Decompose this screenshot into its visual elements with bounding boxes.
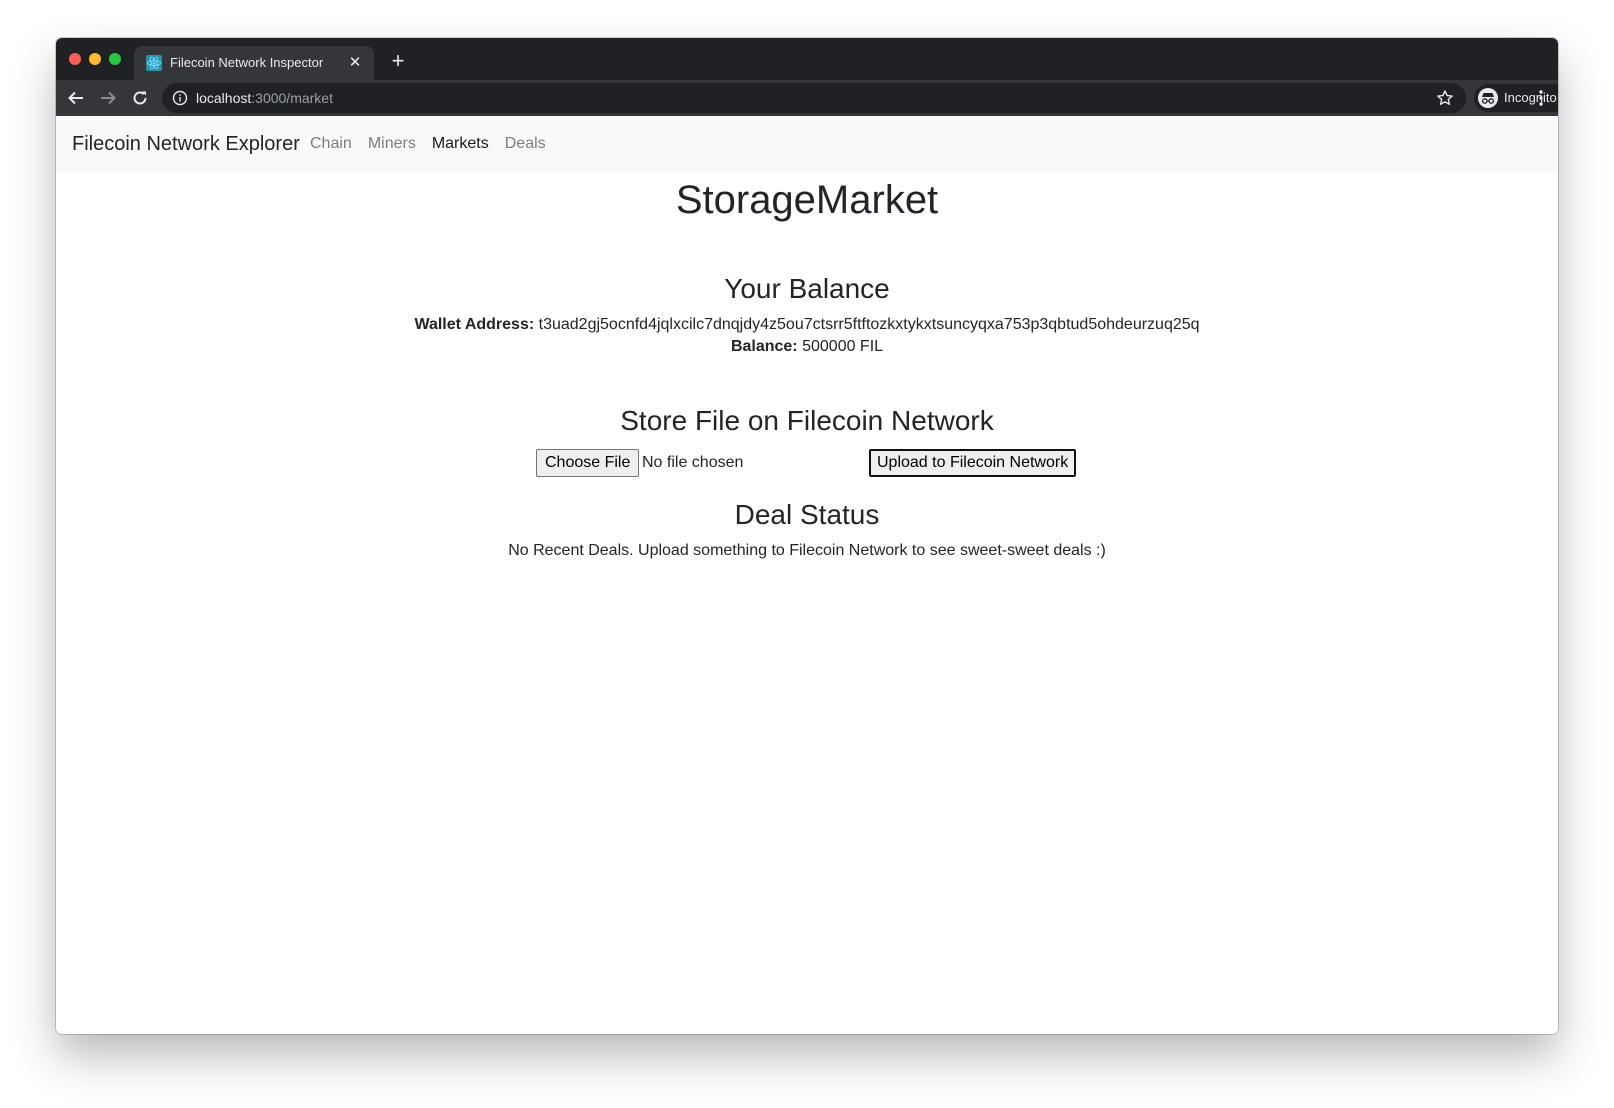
page-title: StorageMarket bbox=[675, 178, 939, 222]
bookmark-star-icon[interactable] bbox=[1436, 89, 1454, 107]
deal-status-message: No Recent Deals. Upload something to Fil… bbox=[508, 542, 1106, 559]
info-icon[interactable] bbox=[172, 90, 188, 106]
kebab-menu-icon[interactable] bbox=[1532, 88, 1550, 108]
balance-heading: Your Balance bbox=[724, 273, 890, 304]
react-favicon-icon bbox=[146, 55, 162, 71]
browser-toolbar: localhost:3000/market Incognito bbox=[56, 80, 1558, 116]
file-upload-row: Choose File No file chosen Upload to Fil… bbox=[56, 449, 1558, 479]
reload-icon[interactable] bbox=[128, 86, 152, 110]
balance-label: Balance: bbox=[730, 338, 798, 355]
forward-arrow-icon[interactable] bbox=[96, 86, 120, 110]
incognito-icon bbox=[1478, 88, 1498, 108]
nav-link-miners[interactable]: Miners bbox=[368, 133, 416, 155]
page-content: Filecoin Network Explorer Chain Miners M… bbox=[56, 116, 1558, 1034]
wallet-address-line: Wallet Address: t3uad2gj5ocnfd4jqlxcilc7… bbox=[56, 314, 1558, 336]
navbar-brand[interactable]: Filecoin Network Explorer bbox=[72, 131, 300, 157]
browser-tab[interactable]: Filecoin Network Inspector ✕ bbox=[134, 46, 374, 80]
url-text[interactable]: localhost:3000/market bbox=[196, 90, 333, 106]
choose-file-button[interactable]: Choose File bbox=[536, 449, 640, 477]
url-path: :3000/market bbox=[251, 90, 333, 106]
back-arrow-icon[interactable] bbox=[64, 86, 88, 110]
tab-close-icon[interactable]: ✕ bbox=[346, 54, 364, 72]
new-tab-icon[interactable]: + bbox=[386, 49, 410, 73]
nav-link-chain[interactable]: Chain bbox=[310, 133, 352, 155]
deal-status-heading: Deal Status bbox=[734, 499, 880, 530]
maximize-window-button[interactable] bbox=[109, 53, 121, 65]
close-window-button[interactable] bbox=[69, 53, 81, 65]
tab-strip: Filecoin Network Inspector ✕ + bbox=[56, 38, 1558, 80]
store-file-heading: Store File on Filecoin Network bbox=[620, 405, 994, 436]
tab-title: Filecoin Network Inspector bbox=[170, 55, 324, 70]
minimize-window-button[interactable] bbox=[89, 53, 101, 65]
browser-window: Filecoin Network Inspector ✕ + localhost… bbox=[56, 38, 1558, 1034]
nav-link-markets[interactable]: Markets bbox=[432, 133, 489, 155]
url-host: localhost bbox=[196, 90, 252, 106]
wallet-address-value: t3uad2gj5ocnfd4jqlxcilc7dnqjdy4z5ou7ctsr… bbox=[538, 316, 1200, 333]
balance-value: 500000 FIL bbox=[802, 338, 884, 355]
address-bar[interactable]: localhost:3000/market bbox=[162, 83, 1466, 113]
nav-links: Chain Miners Markets Deals bbox=[310, 133, 546, 155]
balance-line: Balance: 500000 FIL bbox=[56, 336, 1558, 358]
no-file-chosen-text: No file chosen bbox=[642, 454, 744, 471]
wallet-address-label: Wallet Address: bbox=[414, 316, 535, 333]
site-navbar: Filecoin Network Explorer Chain Miners M… bbox=[56, 116, 1558, 172]
upload-button[interactable]: Upload to Filecoin Network bbox=[869, 449, 1077, 477]
nav-link-deals[interactable]: Deals bbox=[505, 133, 546, 155]
